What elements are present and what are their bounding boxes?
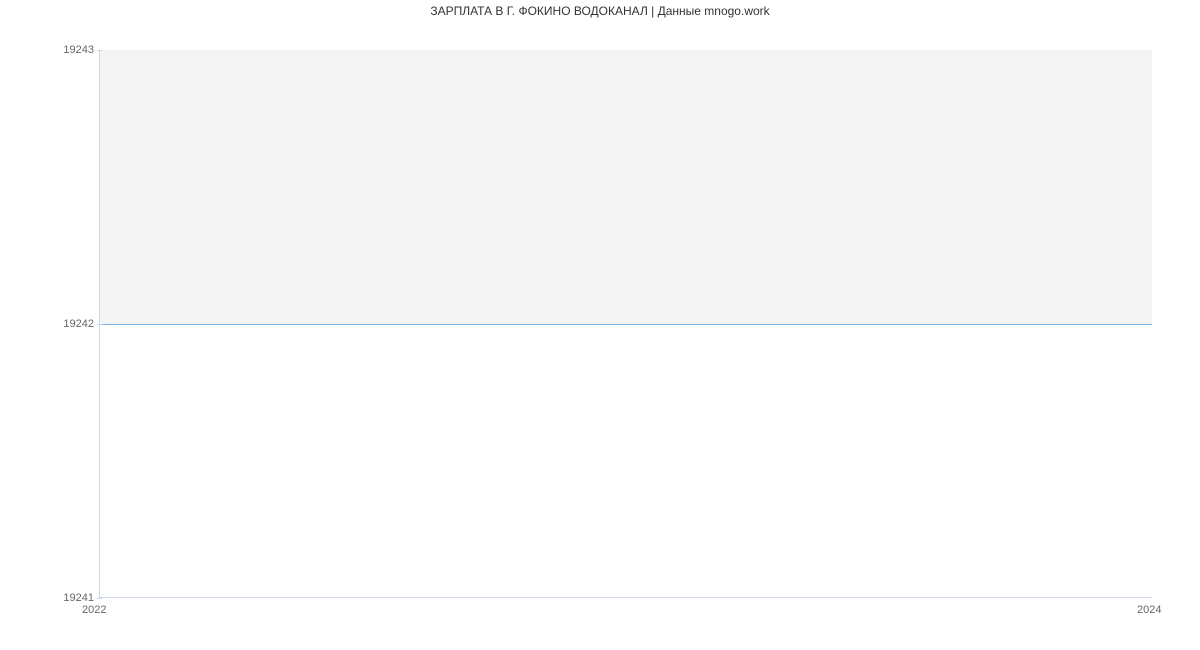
x-tick-label: 2022 [82, 604, 106, 616]
chart-container: ЗАРПЛАТА В Г. ФОКИНО ВОДОКАНАЛ | Данные … [0, 0, 1200, 650]
y-tick-mark [97, 598, 102, 599]
series-line [100, 324, 1152, 325]
y-tick-label: 19241 [54, 592, 94, 604]
y-tick-text: 19241 [63, 592, 94, 604]
y-tick-mark [97, 50, 102, 51]
plot-area [99, 50, 1152, 598]
y-tick-label: 19242 [54, 318, 94, 330]
y-tick-mark [97, 324, 102, 325]
y-tick-label: 19243 [54, 44, 94, 56]
y-tick-text: 19243 [63, 44, 94, 56]
series-area-fill [100, 50, 1152, 324]
chart-title: ЗАРПЛАТА В Г. ФОКИНО ВОДОКАНАЛ | Данные … [0, 4, 1200, 18]
x-tick-label: 2024 [1137, 604, 1161, 616]
y-tick-text: 19242 [63, 318, 94, 330]
